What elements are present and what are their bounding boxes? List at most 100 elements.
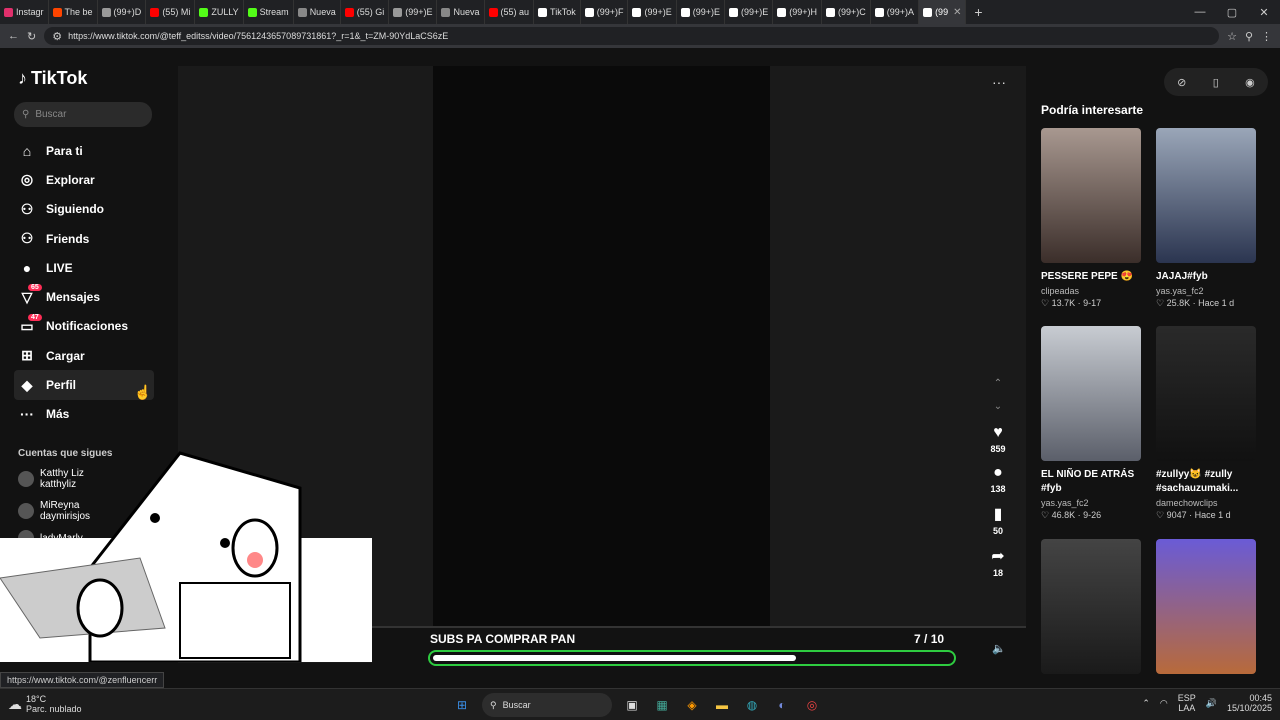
video-thumbnail[interactable] xyxy=(1041,128,1141,263)
avatar-icon[interactable]: ◉ xyxy=(1245,76,1255,89)
video-thumbnail[interactable] xyxy=(1041,539,1141,674)
temperature: 18°C xyxy=(26,694,47,704)
browser-tab[interactable]: (99+)D xyxy=(98,0,147,24)
bookmark-icon[interactable]: ▮ xyxy=(986,504,1010,524)
browser-tab[interactable]: (99 ✕ xyxy=(919,0,967,24)
star-icon[interactable]: ☆ xyxy=(1227,30,1237,43)
site-info-icon[interactable]: ⚙ xyxy=(52,30,62,43)
browser-tab[interactable]: (99+)H xyxy=(773,0,823,24)
discord-icon[interactable]: ◐ xyxy=(772,695,792,715)
sidebar-item-label: LIVE xyxy=(46,260,73,275)
sidebar-item-para-ti[interactable]: ⌂ Para ti xyxy=(14,136,154,165)
browser-tab[interactable]: (99+)F xyxy=(581,0,629,24)
file-explorer-icon[interactable]: ▬ xyxy=(712,695,732,715)
coin-icon[interactable]: ⊘ xyxy=(1177,76,1186,89)
video-thumbnail[interactable] xyxy=(1156,539,1256,674)
edge-icon[interactable]: ◍ xyxy=(742,695,762,715)
sidebar-item-explorar[interactable]: ◎ Explorar xyxy=(14,165,154,194)
suggested-video-card[interactable]: PESSERE PEPE 😍 clipeadas ♡ 13.7K · 9-17 xyxy=(1041,128,1143,309)
device-icon[interactable]: ▯ xyxy=(1213,76,1219,89)
video-thumbnail[interactable] xyxy=(1156,128,1256,263)
tab-label: (99+)H xyxy=(789,7,818,17)
sidebar-item-label: Notificaciones xyxy=(46,319,129,334)
browser-tab[interactable]: (55) Mi xyxy=(146,0,196,24)
browser-tab[interactable]: (99+)C xyxy=(822,0,871,24)
sidebar-item-perfil[interactable]: ◆ Perfil xyxy=(14,370,154,400)
like-count: 46.8K xyxy=(1051,510,1076,520)
video-thumbnail[interactable] xyxy=(1041,326,1141,461)
sidebar-item-siguiendo[interactable]: ⚇ Siguiendo xyxy=(14,195,154,224)
goal-progress-fill xyxy=(433,655,796,661)
browser-tab[interactable]: (99+)E xyxy=(628,0,677,24)
friends-icon: ⚇ xyxy=(20,230,34,247)
browser-tab[interactable]: Nueva xyxy=(437,0,485,24)
taskbar-search[interactable]: ⚲ Buscar xyxy=(482,693,612,717)
minimize-icon[interactable]: — xyxy=(1184,6,1216,19)
like-icon[interactable]: ♥ xyxy=(986,424,1010,442)
browser-tab[interactable]: TikTok xyxy=(534,0,581,24)
tab-favicon-icon xyxy=(52,7,62,17)
sidebar-item-friends[interactable]: ⚇ Friends xyxy=(14,224,154,253)
browser-tab[interactable]: The be xyxy=(49,0,98,24)
back-icon[interactable]: ← xyxy=(8,30,19,42)
suggested-video-card[interactable]: EL NIÑO DE ATRÁS #fyb yas.yas_fc2 ♡ 46.8K … xyxy=(1041,326,1143,521)
address-bar[interactable]: ⚙ https://www.tiktok.com/@teff_editss/vi… xyxy=(44,27,1220,45)
store-icon[interactable]: ▦ xyxy=(652,695,672,715)
close-tab-icon[interactable]: ✕ xyxy=(953,7,961,18)
previous-video-icon[interactable]: ⌃ xyxy=(986,378,1010,389)
sidebar-item-cargar[interactable]: ⊞ Cargar xyxy=(14,341,154,370)
weather-widget[interactable]: ☁ 18°C Parc. nublado xyxy=(8,694,82,714)
comment-icon[interactable]: ● xyxy=(986,464,1010,482)
suggested-video-card[interactable]: JAJAJ#fyb yas.yas_fc2 ♡ 25.8K · Hace 1 d xyxy=(1156,128,1258,309)
tray-overflow-icon[interactable]: ⌃ xyxy=(1142,698,1150,709)
extensions-icon[interactable]: ⚲ xyxy=(1245,30,1253,43)
browser-tab[interactable]: (55) Gi xyxy=(341,0,390,24)
maximize-icon[interactable]: ▢ xyxy=(1216,6,1248,19)
tab-favicon-icon xyxy=(584,7,594,17)
tab-favicon-icon xyxy=(344,7,354,17)
input-language[interactable]: ESP xyxy=(1178,693,1196,703)
sidebar-item-live[interactable]: ● LIVE xyxy=(14,253,154,282)
windows-start-icon[interactable]: ⊞ xyxy=(452,695,472,715)
browser-tab[interactable]: (99+)E xyxy=(725,0,774,24)
browser-tab[interactable]: ZULLY xyxy=(195,0,244,24)
more-options-icon[interactable]: ··· xyxy=(992,74,1006,90)
tab-favicon-icon xyxy=(680,7,690,17)
chrome-icon[interactable]: ◎ xyxy=(802,695,822,715)
task-view-icon[interactable]: ▣ xyxy=(622,695,642,715)
volume-icon[interactable]: 🔈 xyxy=(992,642,1006,655)
video-thumbnail[interactable] xyxy=(1156,326,1256,461)
browser-tab[interactable]: Instagr xyxy=(0,0,49,24)
suggested-video-card[interactable]: #zullyy😺 #zully #sachauzumaki... damechow… xyxy=(1156,326,1258,521)
like-count: 859 xyxy=(990,444,1006,454)
browser-tab[interactable]: Nueva xyxy=(294,0,341,24)
sidebar-item-mensajes[interactable]: ▽ 65 Mensajes xyxy=(14,282,154,311)
browser-tab[interactable]: (55) au xyxy=(485,0,535,24)
tab-favicon-icon xyxy=(247,7,257,17)
reload-icon[interactable]: ↻ xyxy=(27,30,36,43)
sidebar-item-notificaciones[interactable]: ▭ 47 Notificaciones xyxy=(14,312,154,341)
tab-favicon-icon xyxy=(777,7,787,17)
browser-tab[interactable]: (99+)E xyxy=(389,0,438,24)
tiktok-logo[interactable]: ♪ TikTok xyxy=(18,68,87,89)
browser-tab[interactable]: (99+)A xyxy=(871,0,920,24)
wifi-icon[interactable]: ◠ xyxy=(1160,698,1168,709)
menu-icon[interactable]: ⋮ xyxy=(1261,30,1272,43)
logo-text: TikTok xyxy=(31,68,88,88)
browser-tab[interactable]: (99+)E xyxy=(677,0,725,24)
browser-tab[interactable]: Stream xyxy=(244,0,294,24)
suggested-video-card[interactable] xyxy=(1156,539,1258,674)
copilot-icon[interactable]: ◈ xyxy=(682,695,702,715)
next-video-icon[interactable]: ⌄ xyxy=(986,401,1010,412)
share-icon[interactable]: ➦ xyxy=(986,546,1010,566)
suggested-video-card[interactable] xyxy=(1041,539,1143,674)
sidebar-item-más[interactable]: ··· Más xyxy=(14,400,154,429)
new-tab-icon[interactable]: + xyxy=(966,4,990,20)
tab-favicon-icon xyxy=(923,7,933,17)
tab-favicon-icon xyxy=(826,7,836,17)
video-player[interactable] xyxy=(433,66,770,629)
clock-time[interactable]: 00:45 xyxy=(1249,693,1272,703)
volume-icon[interactable]: 🔊 xyxy=(1206,698,1217,709)
close-window-icon[interactable]: ✕ xyxy=(1248,6,1280,19)
search-input[interactable]: ⚲ Buscar xyxy=(14,102,152,127)
